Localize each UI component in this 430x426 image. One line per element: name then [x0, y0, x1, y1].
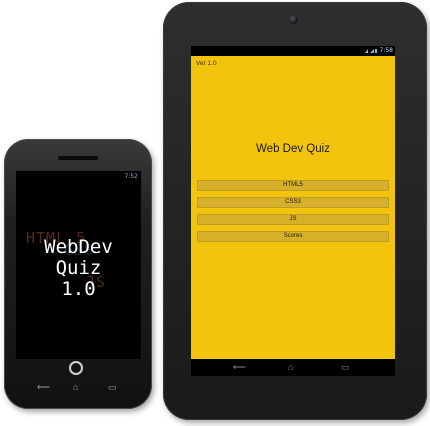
splash-line-1: WebDev	[44, 236, 113, 258]
quiz-app-main: Ver 1.0 Web Dev Quiz HTML5 CSS3 JS Score…	[191, 56, 395, 359]
back-icon[interactable]: ⟵	[37, 383, 50, 392]
status-time: 7:58	[379, 47, 393, 54]
recents-icon[interactable]: ▭	[341, 363, 350, 372]
home-button[interactable]	[69, 361, 83, 375]
splash-line-2: Quiz	[55, 257, 102, 279]
status-time: 7:52	[124, 173, 138, 180]
home-icon[interactable]: ⌂	[73, 383, 78, 392]
js-button[interactable]: JS	[197, 214, 389, 225]
splash-line-3: 1.0	[61, 278, 96, 300]
wifi-signal-icon	[365, 49, 377, 53]
capacitive-nav-keys: ⟵ ⌂ ▭	[4, 383, 152, 395]
app-title: Web Dev Quiz	[256, 143, 330, 155]
splash-title: WebDev Quiz 1.0	[16, 237, 141, 300]
phone-device: 7:52 HTML 5 CSS JS WebDev Quiz 1.0 ⟵ ⌂ ▭	[4, 139, 152, 409]
recents-icon[interactable]: ▭	[108, 383, 117, 392]
earpiece-speaker	[58, 156, 98, 160]
navigation-bar: ⟵ ⌂ ▭	[191, 359, 395, 376]
home-icon[interactable]: ⌂	[288, 363, 293, 372]
back-icon[interactable]: ⟵	[233, 363, 246, 372]
front-camera	[289, 15, 298, 24]
html5-button[interactable]: HTML5	[197, 180, 389, 191]
phone-screen: 7:52 HTML 5 CSS JS WebDev Quiz 1.0	[16, 171, 141, 359]
status-bar: 7:58	[191, 46, 395, 56]
tablet-screen: 7:58 Ver 1.0 Web Dev Quiz HTML5 CSS3 JS …	[191, 46, 395, 376]
version-label: Ver 1.0	[196, 60, 217, 67]
tablet-device: 7:58 Ver 1.0 Web Dev Quiz HTML5 CSS3 JS …	[163, 2, 427, 420]
scores-button[interactable]: Scores	[197, 231, 389, 242]
css3-button[interactable]: CSS3	[197, 197, 389, 208]
